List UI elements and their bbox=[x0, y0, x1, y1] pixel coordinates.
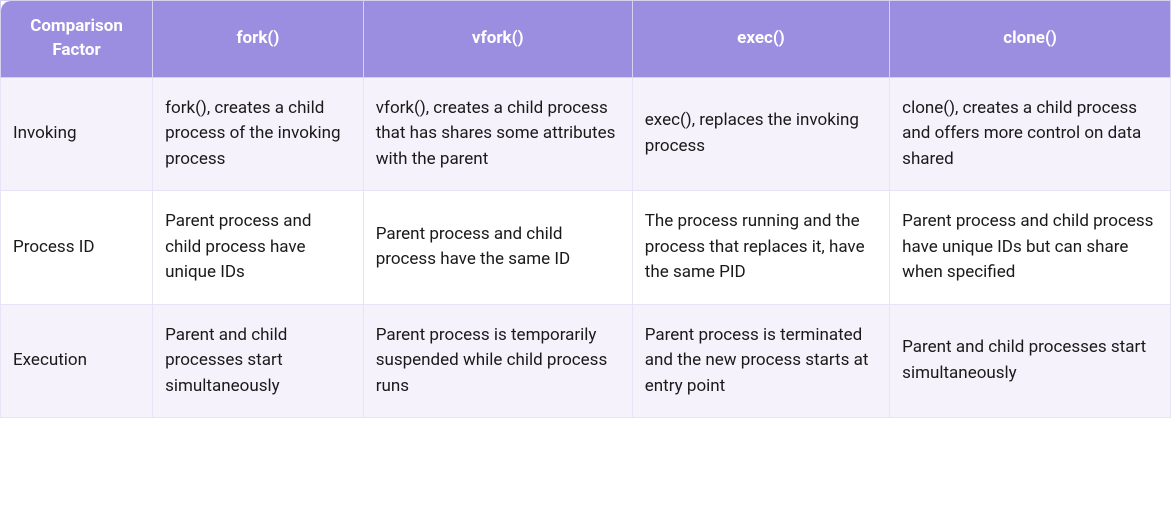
cell-factor: Execution bbox=[1, 304, 153, 418]
cell-fork: Parent and child processes start simulta… bbox=[153, 304, 364, 418]
header-clone: clone() bbox=[890, 1, 1171, 78]
cell-factor: Process ID bbox=[1, 191, 153, 305]
table-row: Process ID Parent process and child proc… bbox=[1, 191, 1171, 305]
cell-fork: Parent process and child process have un… bbox=[153, 191, 364, 305]
cell-factor: Invoking bbox=[1, 77, 153, 191]
comparison-table: Comparison Factor fork() vfork() exec() … bbox=[0, 0, 1171, 418]
cell-clone: clone(), creates a child process and off… bbox=[890, 77, 1171, 191]
header-row: Comparison Factor fork() vfork() exec() … bbox=[1, 1, 1171, 78]
cell-vfork: Parent process is temporarily suspended … bbox=[363, 304, 632, 418]
cell-clone: Parent process and child process have un… bbox=[890, 191, 1171, 305]
cell-vfork: vfork(), creates a child process that ha… bbox=[363, 77, 632, 191]
table-header: Comparison Factor fork() vfork() exec() … bbox=[1, 1, 1171, 78]
header-comparison-factor: Comparison Factor bbox=[1, 1, 153, 78]
header-exec: exec() bbox=[632, 1, 889, 78]
cell-exec: exec(), replaces the invoking process bbox=[632, 77, 889, 191]
header-fork: fork() bbox=[153, 1, 364, 78]
table-body: Invoking fork(), creates a child process… bbox=[1, 77, 1171, 418]
cell-exec: The process running and the process that… bbox=[632, 191, 889, 305]
table-row: Execution Parent and child processes sta… bbox=[1, 304, 1171, 418]
cell-fork: fork(), creates a child process of the i… bbox=[153, 77, 364, 191]
header-vfork: vfork() bbox=[363, 1, 632, 78]
comparison-table-container: Comparison Factor fork() vfork() exec() … bbox=[0, 0, 1171, 529]
cell-vfork: Parent process and child process have th… bbox=[363, 191, 632, 305]
cell-clone: Parent and child processes start simulta… bbox=[890, 304, 1171, 418]
table-row: Invoking fork(), creates a child process… bbox=[1, 77, 1171, 191]
cell-exec: Parent process is terminated and the new… bbox=[632, 304, 889, 418]
